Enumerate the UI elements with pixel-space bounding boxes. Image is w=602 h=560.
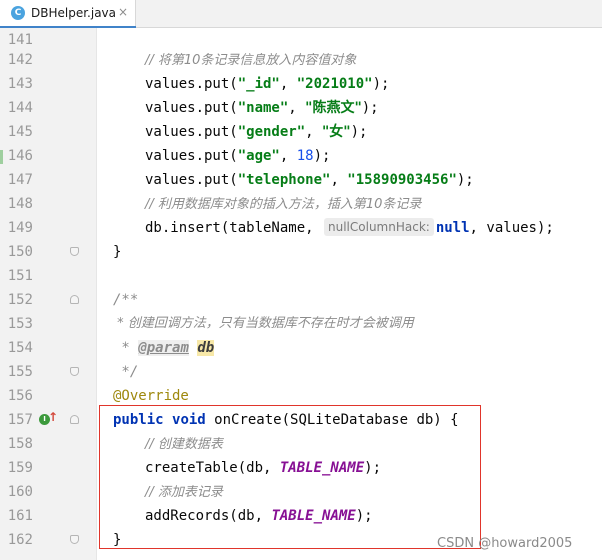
line-number: 156: [7, 388, 33, 404]
code-line-151: 151: [0, 264, 602, 288]
code-end: );: [350, 124, 368, 140]
string-literal: "name": [237, 100, 289, 116]
line-number: 159: [7, 460, 33, 476]
javadoc-param-name: db: [197, 340, 215, 356]
code-line-142: 142 // 将第10条记录信息放入内容值对象: [0, 48, 602, 72]
string-literal: "女": [322, 124, 351, 140]
line-number: 162: [7, 532, 33, 548]
code-line-155: 155 */: [0, 360, 602, 384]
code-call: values.put(: [145, 100, 238, 116]
tab-title: DBHelper.java: [31, 6, 117, 20]
parameter-hint: nullColumnHack:: [324, 218, 434, 236]
code-line-152: 152 /**: [0, 288, 602, 312]
code-line-145: 145 values.put("gender", "女");: [0, 120, 602, 144]
code-call: values.put(: [145, 148, 238, 164]
line-number: 145: [7, 124, 33, 140]
line-number: 150: [7, 244, 33, 260]
code-comment: // 将第10条记录信息放入内容值对象: [145, 53, 357, 68]
code-end: );: [313, 148, 331, 164]
code-end: );: [361, 100, 379, 116]
code-separator: ,: [279, 148, 297, 164]
string-literal: "age": [237, 148, 280, 164]
string-literal: "gender": [237, 124, 306, 140]
line-number: 149: [7, 220, 33, 236]
line-number: 151: [7, 268, 33, 284]
closing-brace: }: [113, 244, 122, 260]
code-line-153: 153 * 创建回调方法，只有当数据库不存在时才会被调用: [0, 312, 602, 336]
javadoc-close: */: [113, 364, 139, 380]
line-number: 161: [7, 508, 33, 524]
javadoc-open: /**: [113, 292, 139, 308]
line-number: 154: [7, 340, 33, 356]
code-separator: ,: [330, 172, 348, 188]
code-line-148: 148 // 利用数据库对象的插入方法，插入第10条记录: [0, 192, 602, 216]
string-literal: "_id": [237, 76, 280, 92]
javadoc-text: * 创建回调方法，只有当数据库不存在时才会被调用: [113, 316, 414, 331]
line-number: 158: [7, 436, 33, 452]
line-number: 144: [7, 100, 33, 116]
code-call: values.put(: [145, 172, 238, 188]
override-arrow-icon[interactable]: ↑: [48, 410, 58, 424]
string-literal: "telephone": [237, 172, 331, 188]
string-literal: "2021010": [296, 76, 373, 92]
close-icon[interactable]: ×: [118, 5, 128, 19]
code-line-150: 150 }: [0, 240, 602, 264]
code-call: values.put(: [145, 124, 238, 140]
line-number: 155: [7, 364, 33, 380]
watermark: CSDN @howard2005: [437, 536, 573, 551]
code-separator: ,: [288, 100, 306, 116]
code-line-146: 146 values.put("age", 18);: [0, 144, 602, 168]
keyword-null: null: [435, 220, 470, 236]
code-separator: ,: [305, 124, 323, 140]
line-number: 157: [7, 412, 33, 428]
java-class-icon: C: [11, 6, 25, 20]
line-number: 142: [7, 52, 33, 68]
code-end: );: [372, 76, 390, 92]
code-line-149: 149 db.insert(tableName, nullColumnHack:…: [0, 216, 602, 240]
highlight-box: [99, 405, 481, 549]
code-line-147: 147 values.put("telephone", "15890903456…: [0, 168, 602, 192]
fold-end-icon[interactable]: [70, 535, 79, 544]
code-separator: ,: [279, 76, 297, 92]
fold-start-icon[interactable]: [70, 295, 79, 304]
fold-start-icon[interactable]: [70, 415, 79, 424]
code-line-143: 143 values.put("_id", "2021010");: [0, 72, 602, 96]
string-literal: "陈燕文": [305, 100, 362, 116]
code-comment: // 利用数据库对象的插入方法，插入第10条记录: [145, 197, 422, 212]
code-end: );: [456, 172, 474, 188]
code-call: values.put(: [145, 76, 238, 92]
line-number: 160: [7, 484, 33, 500]
javadoc-param-tag: @param: [138, 340, 189, 356]
line-number: 153: [7, 316, 33, 332]
tab-dbhelper-java[interactable]: C DBHelper.java ×: [0, 0, 136, 29]
line-number: 152: [7, 292, 33, 308]
javadoc-star: *: [113, 340, 139, 356]
code-line-154: 154 * @param db: [0, 336, 602, 360]
code-call: db.insert(tableName,: [145, 220, 323, 236]
fold-end-icon[interactable]: [70, 247, 79, 256]
editor-tab-bar: C DBHelper.java ×: [0, 0, 602, 29]
number-literal: 18: [296, 148, 314, 164]
line-number: 146: [7, 148, 33, 164]
line-number: 148: [7, 196, 33, 212]
line-number: 143: [7, 76, 33, 92]
code-end: , values);: [469, 220, 554, 236]
fold-end-icon[interactable]: [70, 367, 79, 376]
code-line-144: 144 values.put("name", "陈燕文");: [0, 96, 602, 120]
line-number: 147: [7, 172, 33, 188]
string-literal: "15890903456": [347, 172, 457, 188]
